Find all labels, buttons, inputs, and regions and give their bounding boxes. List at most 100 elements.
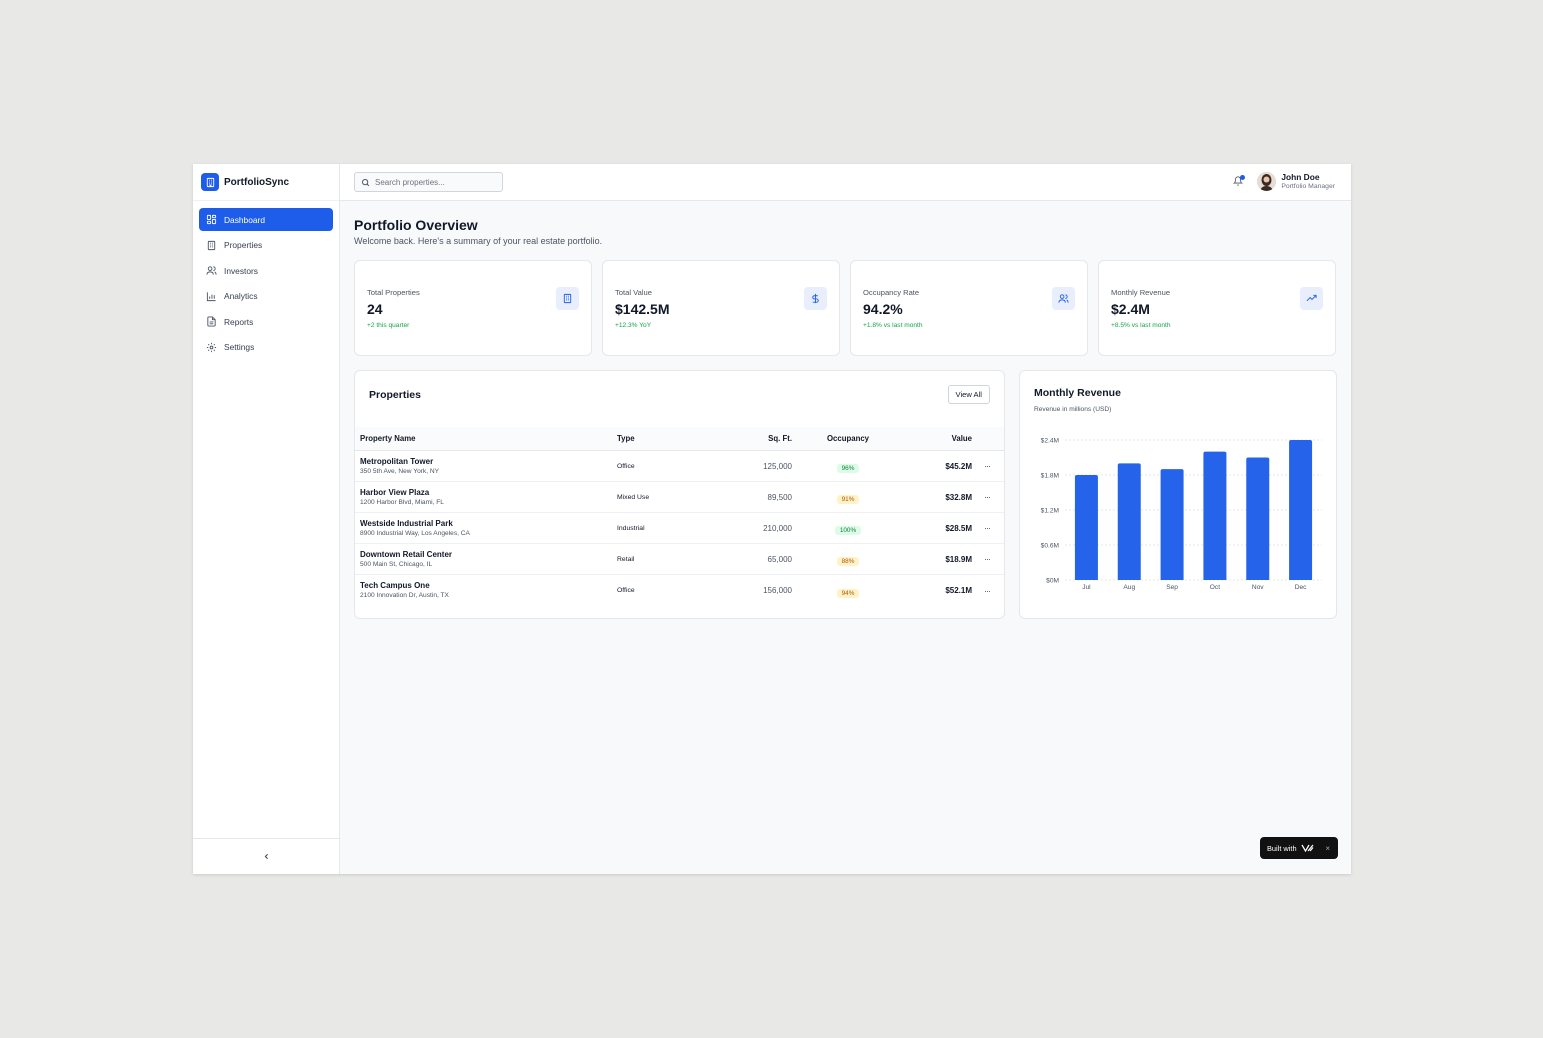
- property-name: Tech Campus One: [360, 581, 430, 590]
- building-icon: [556, 287, 579, 310]
- stat-change: +12.3% YoY: [615, 322, 652, 329]
- brand[interactable]: PortfolioSync: [193, 164, 339, 201]
- property-type: Mixed Use: [617, 493, 650, 501]
- more-actions-icon[interactable]: ···: [972, 586, 1002, 596]
- property-sqft: 65,000: [767, 554, 792, 564]
- sidebar-item-dashboard[interactable]: Dashboard: [199, 208, 333, 231]
- chart-bar-oct[interactable]: [1203, 451, 1227, 580]
- more-actions-icon[interactable]: ···: [972, 554, 1002, 564]
- properties-card: Properties View All Property Name Type S…: [354, 370, 1005, 619]
- x-tick-label: Oct: [1210, 584, 1220, 591]
- x-tick-label: Dec: [1295, 584, 1307, 591]
- more-actions-icon[interactable]: ···: [972, 492, 1002, 502]
- column-header-sqft[interactable]: Sq. Ft.: [704, 434, 792, 443]
- column-header-property-name[interactable]: Property Name: [355, 434, 609, 443]
- stat-value: $2.4M: [1111, 301, 1150, 317]
- collapse-sidebar-button[interactable]: [193, 838, 339, 874]
- sidebar-item-properties[interactable]: Properties: [199, 234, 333, 257]
- page-title: Portfolio Overview: [354, 217, 478, 233]
- property-value: $32.8M: [945, 492, 972, 502]
- sidebar: PortfolioSync Dashboard Properties Inves…: [193, 164, 340, 874]
- occupancy-badge: 100%: [834, 526, 862, 535]
- more-actions-icon[interactable]: ···: [972, 461, 1002, 471]
- sidebar-nav: Dashboard Properties Investors Analytics…: [193, 201, 339, 369]
- column-header-type[interactable]: Type: [609, 434, 704, 443]
- search-input[interactable]: Search properties...: [354, 172, 503, 192]
- avatar[interactable]: [1257, 172, 1277, 191]
- user-name: John Doe: [1281, 172, 1320, 182]
- table-row[interactable]: Harbor View Plaza 1200 Harbor Blvd, Miami…: [355, 482, 1004, 513]
- column-header-value[interactable]: Value: [904, 434, 972, 443]
- property-sqft: 125,000: [763, 461, 792, 471]
- sidebar-item-settings[interactable]: Settings: [199, 336, 333, 359]
- building-icon: [201, 173, 219, 191]
- column-header-occupancy[interactable]: Occupancy: [792, 434, 904, 443]
- built-with-badge[interactable]: Built with ×: [1260, 837, 1338, 859]
- chart-bar-jul[interactable]: [1074, 475, 1098, 580]
- property-address: 8900 Industrial Way, Los Angeles, CA: [360, 529, 470, 537]
- sidebar-item-label: Analytics: [224, 291, 258, 302]
- chart-bar-dec[interactable]: [1289, 440, 1313, 580]
- property-type: Retail: [617, 555, 635, 563]
- property-address: 350 5th Ave, New York, NY: [360, 467, 440, 475]
- sidebar-item-analytics[interactable]: Analytics: [199, 285, 333, 308]
- chart-bar-sep[interactable]: [1160, 469, 1184, 580]
- sidebar-item-investors[interactable]: Investors: [199, 259, 333, 282]
- property-type: Industrial: [617, 524, 645, 532]
- close-icon[interactable]: ×: [1325, 844, 1330, 853]
- user-area: John Doe Portfolio Manager: [1231, 172, 1335, 191]
- sidebar-item-reports[interactable]: Reports: [199, 310, 333, 333]
- occupancy-badge: 94%: [836, 588, 860, 598]
- table-row[interactable]: Downtown Retail Center 500 Main St, Chica…: [355, 544, 1004, 575]
- property-value: $18.9M: [945, 554, 972, 564]
- dollar-icon: [804, 287, 827, 310]
- notifications-button[interactable]: [1231, 174, 1246, 189]
- logo-icon: [1301, 844, 1314, 852]
- property-type: Office: [617, 587, 635, 594]
- y-tick-label: $0.6M: [1041, 543, 1059, 550]
- properties-table: Property Name Type Sq. Ft. Occupancy Val…: [355, 427, 1004, 606]
- x-tick-label: Sep: [1166, 584, 1178, 591]
- stat-change: +1.8% vs last month: [863, 322, 923, 329]
- table-row[interactable]: Tech Campus One 2100 Innovation Dr, Austi…: [355, 575, 1004, 606]
- property-name: Downtown Retail Center: [360, 549, 453, 559]
- users-icon: [206, 265, 217, 276]
- panels-row: Properties View All Property Name Type S…: [354, 370, 1337, 619]
- property-sqft: 89,500: [767, 492, 792, 502]
- user-info[interactable]: John Doe Portfolio Manager: [1281, 172, 1335, 191]
- chart-bar-aug[interactable]: [1117, 463, 1141, 580]
- y-tick-label: $2.4M: [1041, 438, 1059, 445]
- sidebar-item-label: Investors: [224, 265, 258, 276]
- y-tick-label: $1.2M: [1041, 508, 1059, 515]
- y-tick-label: $1.8M: [1041, 473, 1059, 480]
- stat-value: $142.5M: [615, 301, 670, 317]
- stat-card-monthly-revenue: Monthly Revenue $2.4M +8.5% vs last mont…: [1098, 260, 1336, 356]
- property-name: Metropolitan Tower: [360, 456, 434, 466]
- main-area: Search properties... John Doe Portfolio …: [340, 164, 1351, 874]
- notification-dot: [1240, 174, 1246, 180]
- app-window: PortfolioSync Dashboard Properties Inves…: [193, 164, 1351, 874]
- view-all-button[interactable]: View All: [947, 385, 990, 404]
- occupancy-badge: 96%: [836, 464, 860, 473]
- x-tick-label: Nov: [1252, 584, 1264, 591]
- stats-row: Total Properties 24 +2 this quarter Tota…: [354, 260, 1337, 356]
- property-type: Office: [617, 462, 635, 470]
- more-actions-icon[interactable]: ···: [972, 523, 1002, 533]
- sidebar-item-label: Dashboard: [224, 214, 265, 225]
- property-address: 2100 Innovation Dr, Austin, TX: [360, 592, 449, 599]
- chart-bar-nov[interactable]: [1246, 457, 1270, 581]
- property-sqft: 156,000: [763, 586, 792, 595]
- built-with-label: Built with: [1267, 843, 1297, 853]
- brand-name: PortfolioSync: [224, 176, 290, 188]
- user-role: Portfolio Manager: [1281, 183, 1335, 190]
- grid-icon: [206, 214, 217, 225]
- building-icon: [206, 240, 217, 251]
- stat-label: Total Value: [615, 288, 653, 297]
- x-tick-label: Jul: [1082, 584, 1091, 591]
- stat-card-total-value: Total Value $142.5M +12.3% YoY: [602, 260, 840, 356]
- properties-title: Properties: [369, 389, 421, 401]
- property-value: $45.2M: [945, 461, 972, 471]
- table-row[interactable]: Metropolitan Tower 350 5th Ave, New York,…: [355, 451, 1004, 482]
- sidebar-item-label: Properties: [224, 240, 263, 251]
- table-row[interactable]: Westside Industrial Park 8900 Industrial …: [355, 513, 1004, 544]
